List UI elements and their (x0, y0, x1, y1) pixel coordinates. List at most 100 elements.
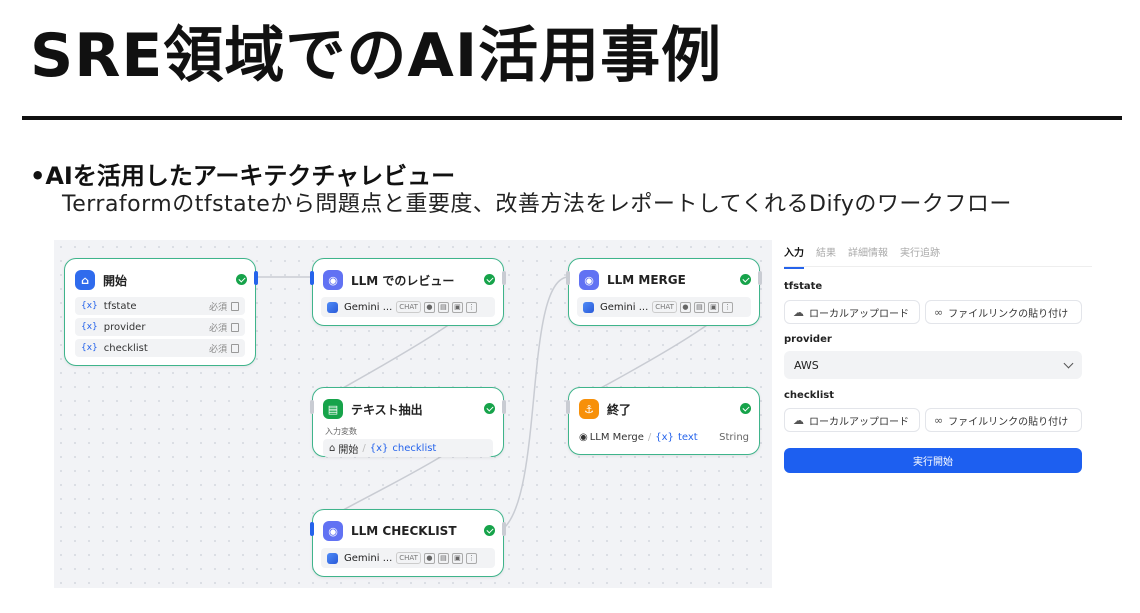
start-node[interactable]: ⌂ 開始 {x} tfstate 必須 {x} provider 必須 {x} … (64, 258, 258, 366)
llm-checklist-node[interactable]: ◉ LLM CHECKLIST Gemini ... CHAT ● ▤ ▣ ⋮ (310, 509, 506, 577)
variable-icon: {x} (81, 343, 98, 353)
model-selector[interactable]: Gemini ... CHAT ● ▤ ▣ ⋮ (321, 297, 495, 317)
var-name: provider (103, 321, 146, 333)
required-label: 必須 (208, 344, 227, 355)
document-icon (231, 343, 239, 353)
provider-label: provider (784, 334, 832, 345)
output-port[interactable] (758, 271, 762, 285)
provider-select[interactable]: AWS (784, 351, 1082, 379)
image-icon: ▣ (707, 301, 719, 313)
slide-title: SRE領域でのAI活用事例 (30, 21, 723, 91)
eye-icon: ● (423, 301, 435, 313)
success-check-icon (484, 403, 495, 414)
audio-icon: ⋮ (465, 552, 477, 564)
chat-badge: CHAT (396, 552, 421, 564)
end-source: LLM Merge (589, 431, 644, 443)
output-port[interactable] (502, 271, 506, 285)
variable-icon: {x} (81, 322, 98, 332)
cloud-upload-icon: ☁ (793, 413, 804, 427)
model-selector[interactable]: Gemini ... CHAT ● ▤ ▣ ⋮ (321, 548, 495, 568)
text-extract-node[interactable]: ▤ テキスト抽出 入力変数 ⌂ 開始 / {x} checklist (310, 387, 506, 457)
end-node[interactable]: ⚓ 終了 ◉ LLM Merge / {x} text String (566, 387, 760, 455)
bullet-description: Terraformのtfstateから問題点と重要度、改善方法をレポートしてくれ… (62, 192, 1012, 217)
end-output-row: ◉ LLM Merge / {x} text String (579, 428, 749, 446)
input-port[interactable] (310, 522, 314, 536)
start-var-checklist: {x} checklist 必須 (75, 339, 245, 357)
required-label: 必須 (208, 302, 227, 313)
audio-icon: ⋮ (465, 301, 477, 313)
tfstate-link-button[interactable]: ∞ ファイルリンクの貼り付け (925, 300, 1082, 324)
eye-icon: ● (679, 301, 691, 313)
text-extract-icon: ▤ (323, 399, 343, 419)
model-selector[interactable]: Gemini ... CHAT ● ▤ ▣ ⋮ (577, 297, 751, 317)
start-var-tfstate: {x} tfstate 必須 (75, 297, 245, 315)
success-check-icon (740, 274, 751, 285)
workflow-canvas[interactable]: ⌂ 開始 {x} tfstate 必須 {x} provider 必須 {x} … (54, 240, 772, 588)
image-icon: ▣ (451, 552, 463, 564)
llm-review-node[interactable]: ◉ LLM でのレビュー Gemini ... CHAT ● ▤ ▣ ⋮ (310, 258, 506, 326)
variable-icon: {x} (369, 442, 389, 454)
gemini-icon (327, 552, 338, 564)
document-icon: ▤ (693, 301, 705, 313)
end-var: text (677, 431, 698, 443)
input-port[interactable] (310, 271, 314, 285)
input-port[interactable] (566, 271, 570, 285)
llm-icon: ◉ (579, 431, 588, 443)
copy-icon (231, 322, 239, 332)
success-check-icon (740, 403, 751, 414)
tfstate-label: tfstate (784, 281, 823, 292)
gemini-icon (583, 301, 594, 313)
image-icon: ▣ (451, 301, 463, 313)
output-port[interactable] (502, 400, 506, 414)
var-name: tfstate (103, 300, 137, 312)
start-var-provider: {x} provider 必須 (75, 318, 245, 336)
llm-checklist-title: LLM CHECKLIST (351, 524, 457, 538)
separator: / (647, 431, 652, 443)
start-node-title: 開始 (103, 273, 128, 288)
input-variable-label: 入力変数 (325, 427, 357, 436)
input-source: 開始 (338, 444, 359, 456)
chevron-down-icon (1063, 358, 1074, 368)
checklist-label: checklist (784, 390, 834, 401)
checklist-upload-button[interactable]: ☁ ローカルアップロード (784, 408, 920, 432)
upload-label: ローカルアップロード (809, 308, 909, 320)
upload-label: ローカルアップロード (809, 416, 909, 428)
input-variable-row: ⌂ 開始 / {x} checklist (323, 439, 493, 457)
success-check-icon (236, 274, 247, 285)
run-button[interactable]: 実行開始 (784, 448, 1082, 473)
input-port[interactable] (566, 400, 570, 414)
chat-badge: CHAT (652, 301, 677, 313)
edge-checklist-to-merge (503, 276, 569, 529)
model-name: Gemini ... (344, 301, 393, 313)
end-icon: ⚓ (579, 399, 599, 419)
gemini-icon (327, 301, 338, 313)
home-icon: ⌂ (75, 270, 95, 290)
success-check-icon (484, 274, 495, 285)
link-icon: ∞ (934, 413, 944, 427)
output-port[interactable] (254, 271, 258, 285)
variable-icon: {x} (81, 301, 98, 311)
cloud-upload-icon: ☁ (793, 305, 804, 319)
llm-icon: ◉ (323, 270, 343, 290)
link-label: ファイルリンクの貼り付け (948, 416, 1069, 428)
chat-badge: CHAT (396, 301, 421, 313)
input-port[interactable] (310, 400, 314, 414)
text-extract-title: テキスト抽出 (351, 402, 423, 417)
eye-icon: ● (423, 552, 435, 564)
llm-merge-title: LLM MERGE (607, 273, 686, 287)
provider-value: AWS (794, 358, 819, 372)
checklist-link-button[interactable]: ∞ ファイルリンクの貼り付け (925, 408, 1082, 432)
model-name: Gemini ... (344, 552, 393, 564)
end-node-title: 終了 (607, 402, 632, 417)
tab-divider (784, 266, 1092, 267)
end-var-type: String (719, 431, 749, 443)
llm-merge-node[interactable]: ◉ LLM MERGE Gemini ... CHAT ● ▤ ▣ ⋮ (566, 258, 762, 326)
llm-icon: ◉ (323, 521, 343, 541)
var-name: checklist (103, 342, 148, 354)
required-label: 必須 (208, 323, 227, 334)
tfstate-upload-button[interactable]: ☁ ローカルアップロード (784, 300, 920, 324)
document-icon: ▤ (437, 552, 449, 564)
link-icon: ∞ (934, 305, 944, 319)
home-icon: ⌂ (329, 442, 336, 454)
output-port[interactable] (502, 522, 506, 536)
